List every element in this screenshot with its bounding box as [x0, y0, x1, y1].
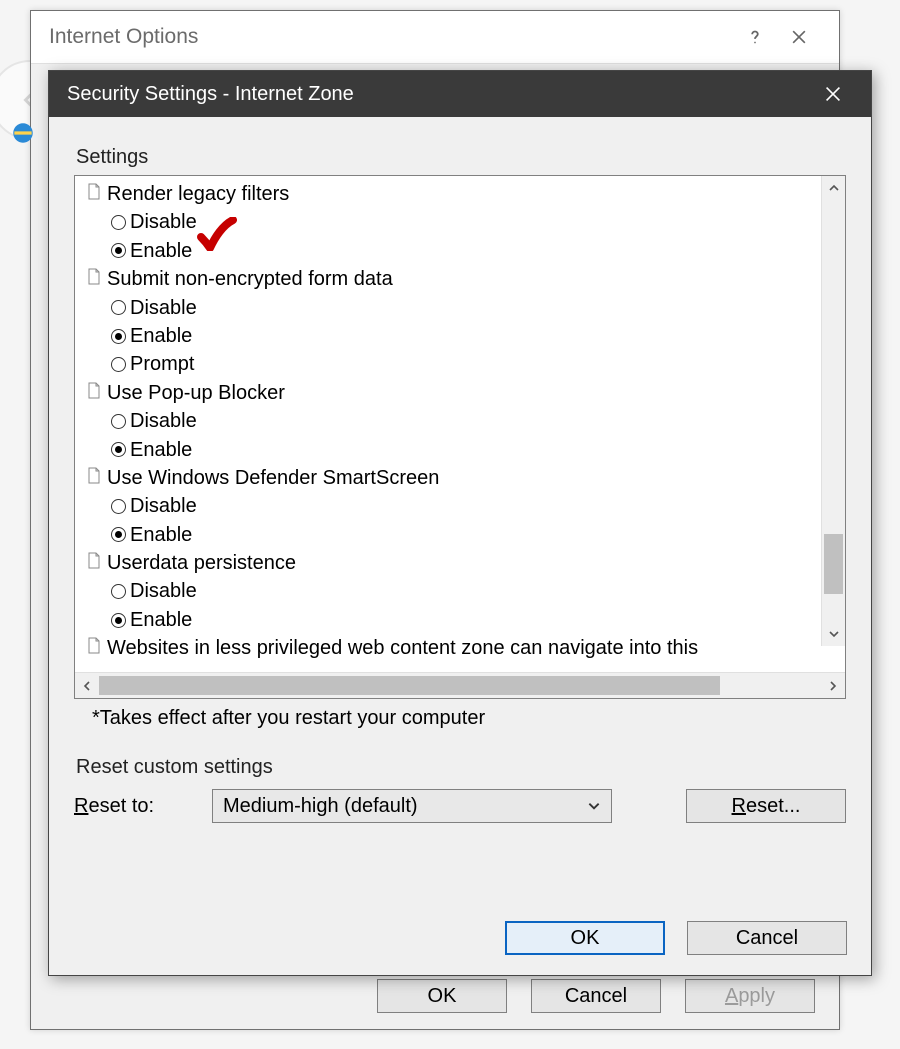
option-label: Disable	[130, 577, 197, 605]
dialog-title: Security Settings - Internet Zone	[67, 83, 811, 106]
apply-label: pply	[738, 985, 775, 1008]
parent-ok-button[interactable]: OK	[377, 979, 507, 1013]
option-label: Enable	[130, 322, 192, 350]
setting-label: Render legacy filters	[107, 180, 289, 208]
option-label: Enable	[130, 606, 192, 634]
radio-icon	[111, 442, 126, 457]
page-icon	[87, 379, 101, 407]
radio-icon	[111, 499, 126, 514]
settings-group: Settings Render legacy filtersDisableEna…	[73, 145, 847, 731]
dialog-button-row: OK Cancel	[505, 921, 847, 955]
page-icon	[87, 549, 101, 577]
vscroll-track[interactable]	[822, 200, 845, 622]
setting-label: Use Windows Defender SmartScreen	[107, 464, 439, 492]
setting-option[interactable]: Disable	[85, 294, 845, 322]
reset-row: Reset to: Medium-high (default) Reset...	[74, 789, 846, 823]
setting-option[interactable]: Enable	[85, 521, 845, 549]
cancel-button[interactable]: Cancel	[687, 921, 847, 955]
setting-option[interactable]: Disable	[85, 407, 845, 435]
parent-apply-button[interactable]: Apply	[685, 979, 815, 1013]
option-label: Disable	[130, 407, 197, 435]
close-icon[interactable]	[777, 15, 821, 59]
setting-label: Use Pop-up Blocker	[107, 379, 285, 407]
setting-option[interactable]: Disable	[85, 577, 845, 605]
setting-option[interactable]: Disable	[85, 492, 845, 520]
parent-button-row: OK Cancel Apply	[377, 979, 815, 1013]
settings-group-label: Settings	[74, 146, 846, 169]
setting-item[interactable]: Use Windows Defender SmartScreen	[85, 464, 845, 492]
reset-to-label: Reset to:	[74, 795, 194, 818]
radio-icon	[111, 613, 126, 628]
page-icon	[87, 464, 101, 492]
radio-icon	[111, 243, 126, 258]
setting-label: Userdata persistence	[107, 549, 296, 577]
reset-group-label: Reset custom settings	[74, 756, 846, 779]
reset-level-value: Medium-high (default)	[223, 795, 418, 818]
reset-group: Reset custom settings Reset to: Medium-h…	[73, 755, 847, 824]
radio-icon	[111, 527, 126, 542]
option-label: Enable	[130, 237, 192, 265]
radio-icon	[111, 215, 126, 230]
vscroll-thumb[interactable]	[824, 534, 843, 594]
option-label: Enable	[130, 521, 192, 549]
scroll-left-icon[interactable]	[75, 673, 99, 698]
setting-option[interactable]: Enable	[85, 322, 845, 350]
setting-item[interactable]: Render legacy filters	[85, 180, 845, 208]
page-icon	[87, 265, 101, 293]
parent-cancel-button[interactable]: Cancel	[531, 979, 661, 1013]
radio-icon	[111, 414, 126, 429]
hscroll-thumb[interactable]	[99, 676, 720, 695]
dialog-body: Settings Render legacy filtersDisableEna…	[49, 117, 871, 975]
option-label: Disable	[130, 492, 197, 520]
option-label: Enable	[130, 436, 192, 464]
vertical-scrollbar[interactable]	[821, 176, 845, 646]
ok-button[interactable]: OK	[505, 921, 665, 955]
settings-listbox[interactable]: Render legacy filtersDisableEnableSubmit…	[74, 175, 846, 699]
hscroll-track[interactable]	[99, 673, 821, 698]
help-icon[interactable]	[733, 15, 777, 59]
ie-logo-icon	[10, 120, 36, 146]
page-icon	[87, 180, 101, 208]
setting-item[interactable]: Userdata persistence	[85, 549, 845, 577]
setting-item[interactable]: Submit non-encrypted form data	[85, 265, 845, 293]
close-icon[interactable]	[811, 74, 855, 114]
option-label: Disable	[130, 294, 197, 322]
security-settings-dialog: Security Settings - Internet Zone Settin…	[48, 70, 872, 976]
parent-titlebar: Internet Options	[31, 11, 839, 63]
reset-button[interactable]: Reset...	[686, 789, 846, 823]
setting-option[interactable]: Disable	[85, 208, 845, 236]
radio-icon	[111, 300, 126, 315]
scroll-down-icon[interactable]	[822, 622, 845, 646]
reset-level-combo[interactable]: Medium-high (default)	[212, 789, 612, 823]
chevron-down-icon	[587, 799, 601, 813]
radio-icon	[111, 329, 126, 344]
setting-item[interactable]: Use Pop-up Blocker	[85, 379, 845, 407]
radio-icon	[111, 357, 126, 372]
setting-item[interactable]: Websites in less privileged web content …	[85, 634, 845, 662]
restart-footnote: *Takes effect after you restart your com…	[92, 707, 846, 730]
setting-option[interactable]: Prompt	[85, 350, 845, 378]
option-label: Disable	[130, 208, 197, 236]
radio-icon	[111, 584, 126, 599]
titlebar[interactable]: Security Settings - Internet Zone	[49, 71, 871, 117]
setting-option[interactable]: Enable	[85, 436, 845, 464]
parent-title: Internet Options	[49, 25, 733, 49]
scroll-up-icon[interactable]	[822, 176, 845, 200]
option-label: Prompt	[130, 350, 194, 378]
horizontal-scrollbar[interactable]	[75, 672, 845, 698]
setting-option[interactable]: Enable	[85, 606, 845, 634]
page-icon	[87, 634, 101, 662]
setting-option[interactable]: Enable	[85, 237, 845, 265]
setting-label: Submit non-encrypted form data	[107, 265, 393, 293]
scroll-right-icon[interactable]	[821, 673, 845, 698]
setting-label: Websites in less privileged web content …	[107, 634, 698, 662]
settings-tree[interactable]: Render legacy filtersDisableEnableSubmit…	[75, 176, 845, 672]
